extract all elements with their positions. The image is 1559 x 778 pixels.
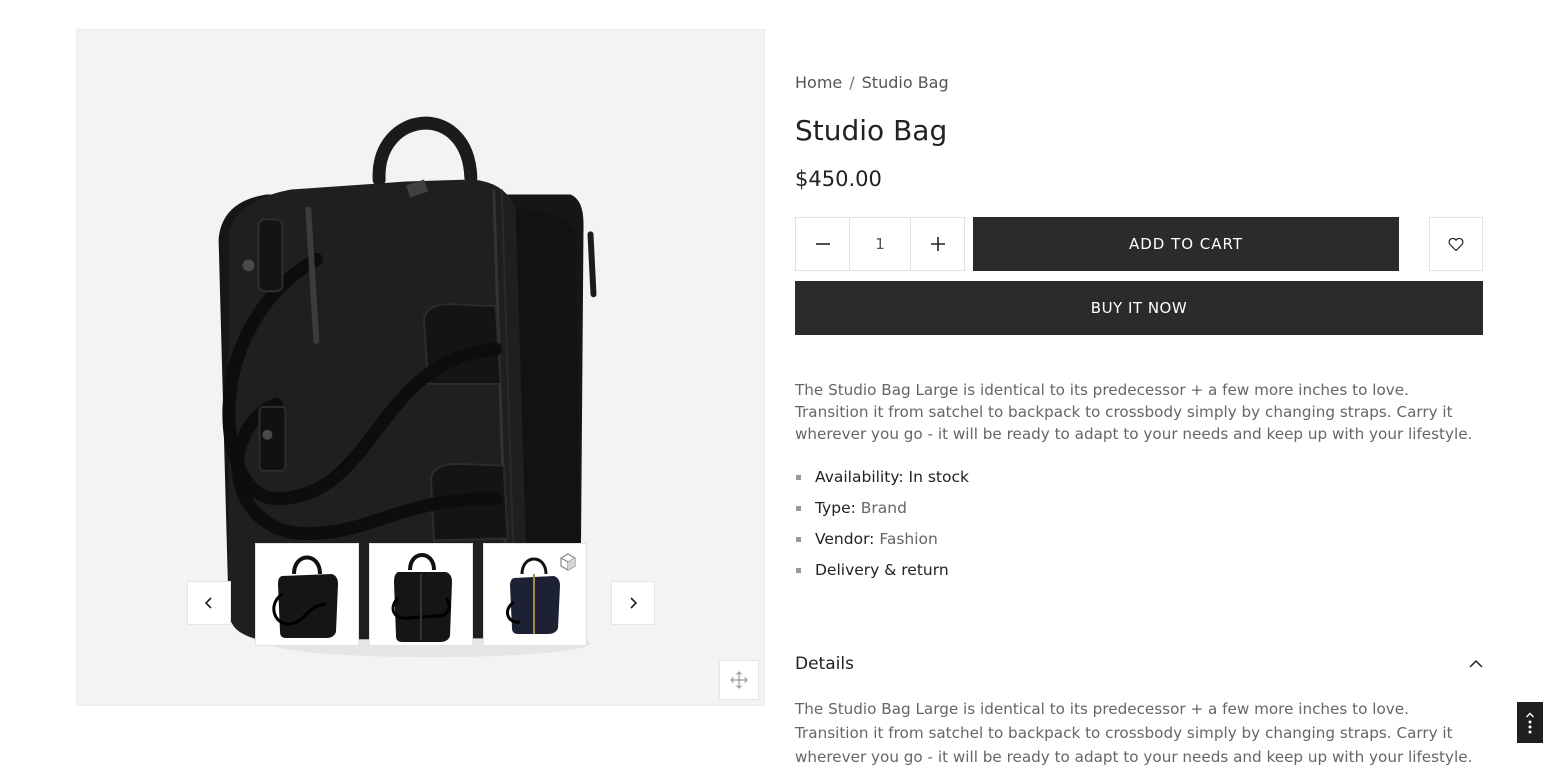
breadcrumb: Home / Studio Bag: [795, 73, 949, 92]
gallery-prev-button[interactable]: [187, 581, 231, 625]
product-meta-list: Availability: In stock Type: Brand Vendo…: [795, 464, 969, 588]
thumbnail-image: [370, 544, 472, 645]
thumbnail-3[interactable]: [483, 543, 587, 646]
details-accordion-header[interactable]: Details: [795, 651, 1483, 677]
product-description: The Studio Bag Large is identical to its…: [795, 381, 1473, 443]
availability-label: Availability:: [815, 468, 904, 486]
type-value[interactable]: Brand: [861, 499, 907, 517]
product-price: $450.00: [795, 167, 882, 191]
quantity-decrease-button[interactable]: [796, 218, 849, 270]
product-title: Studio Bag: [795, 114, 948, 147]
breadcrumb-separator: /: [849, 73, 855, 92]
wishlist-button[interactable]: [1429, 217, 1483, 271]
arrow-up-icon: [1526, 712, 1534, 733]
thumbnail-carousel: [77, 30, 764, 705]
chevron-left-icon: [204, 597, 212, 609]
type-item: Type: Brand: [795, 495, 969, 526]
gallery-next-button[interactable]: [611, 581, 655, 625]
details-content: The Studio Bag Large is identical to its…: [795, 700, 1473, 766]
details-title: Details: [795, 654, 854, 674]
availability-item: Availability: In stock: [795, 464, 969, 495]
breadcrumb-current: Studio Bag: [861, 73, 949, 92]
plus-icon: [930, 237, 945, 251]
vendor-item: Vendor: Fashion: [795, 526, 969, 557]
quantity-input[interactable]: [849, 218, 911, 270]
add-to-cart-button[interactable]: ADD TO CART: [973, 217, 1399, 271]
thumbnail-2[interactable]: [369, 543, 473, 646]
chevron-up-icon: [1469, 659, 1483, 668]
availability-value: In stock: [908, 468, 969, 486]
vendor-label: Vendor:: [815, 530, 875, 548]
minus-icon: [815, 243, 830, 245]
zoom-button[interactable]: [719, 660, 759, 700]
quantity-stepper: [795, 217, 965, 271]
scroll-to-top-button[interactable]: [1517, 702, 1543, 743]
breadcrumb-home-link[interactable]: Home: [795, 73, 842, 92]
chevron-right-icon: [630, 597, 638, 609]
cube-icon: [560, 553, 576, 571]
thumbnail-image: [256, 544, 358, 645]
move-arrows-icon: [730, 671, 748, 689]
heart-icon: [1448, 237, 1464, 251]
product-gallery: [76, 29, 765, 706]
vendor-value[interactable]: Fashion: [879, 530, 938, 548]
type-label: Type:: [815, 499, 856, 517]
delivery-return-link[interactable]: Delivery & return: [795, 557, 969, 588]
buy-it-now-button[interactable]: BUY IT NOW: [795, 281, 1483, 335]
thumbnail-1[interactable]: [255, 543, 359, 646]
quantity-increase-button[interactable]: [911, 218, 964, 270]
